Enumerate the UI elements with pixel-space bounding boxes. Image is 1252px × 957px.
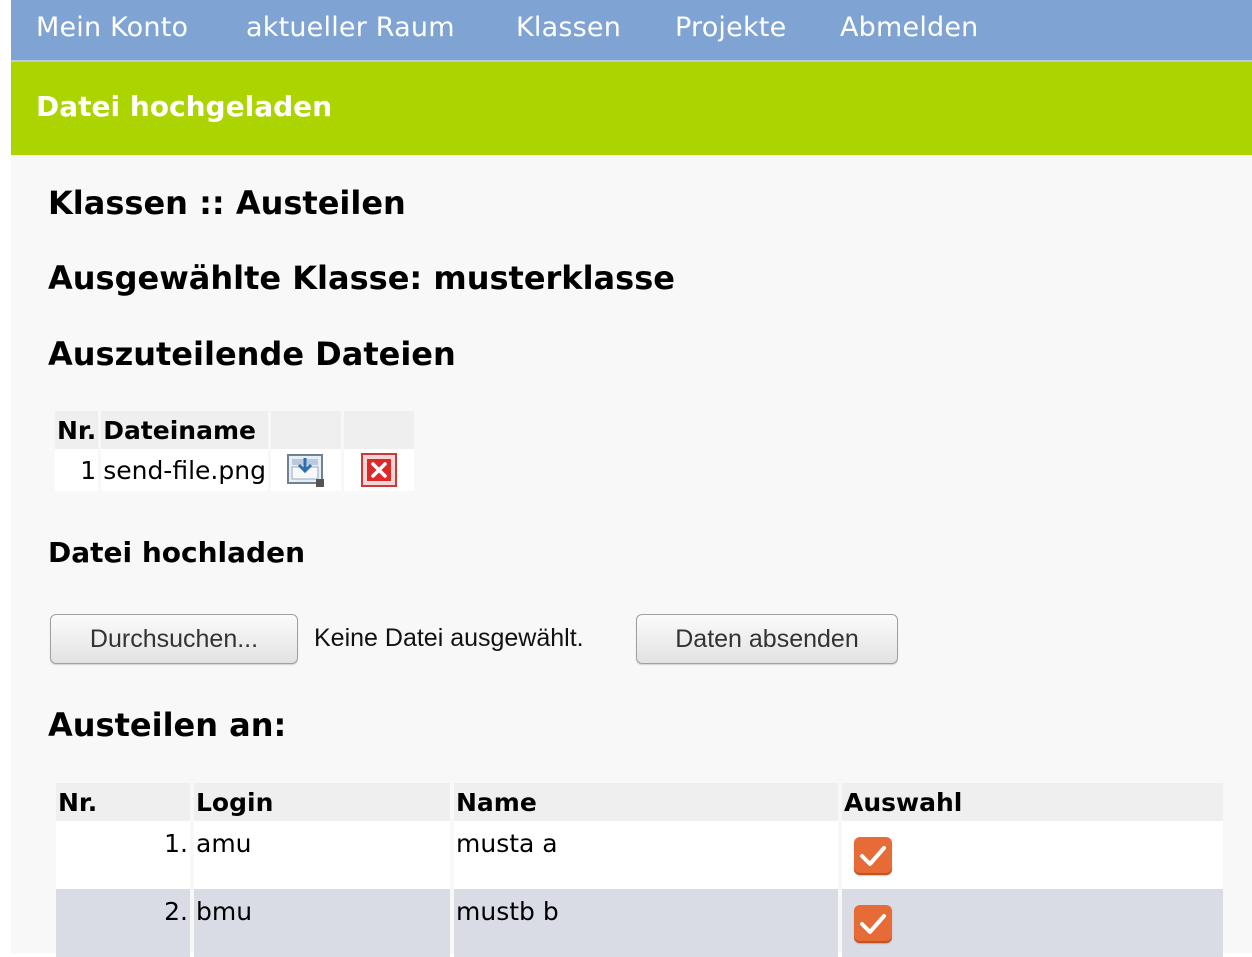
student-login: bmu: [194, 889, 450, 957]
file-nr: 1: [55, 449, 99, 491]
student-nr: 2.: [56, 889, 190, 957]
column-header-delete: [343, 411, 414, 449]
files-table: Nr. Dateiname 1 send-file.png: [52, 411, 417, 491]
select-checkbox[interactable]: [854, 905, 892, 943]
nav-classes[interactable]: Klassen: [516, 12, 621, 43]
student-selection-cell: [842, 821, 1223, 889]
column-header-download: [270, 411, 341, 449]
student-name: musta a: [454, 821, 838, 889]
nav-my-account[interactable]: Mein Konto: [36, 12, 188, 43]
students-table-header: Nr. Login Name Auswahl: [56, 783, 1223, 821]
selected-class-heading: Ausgewählte Klasse: musterklasse: [48, 259, 675, 297]
status-message-bar: Datei hochgeladen: [11, 62, 1252, 155]
file-name: send-file.png: [101, 449, 268, 491]
table-row: 2. bmu mustb b: [56, 889, 1223, 957]
checkmark-icon: [860, 914, 886, 934]
student-login: amu: [194, 821, 450, 889]
download-button[interactable]: [270, 449, 341, 491]
download-file-icon[interactable]: [286, 453, 326, 487]
nav-projects[interactable]: Projekte: [675, 12, 786, 43]
delete-x-icon[interactable]: [360, 453, 397, 487]
column-header-nr: Nr.: [55, 411, 99, 449]
submit-button[interactable]: Daten absenden: [636, 614, 898, 664]
student-selection-cell: [842, 889, 1223, 957]
table-row: 1 send-file.png: [55, 449, 414, 491]
status-message: Datei hochgeladen: [36, 90, 333, 123]
students-table: Nr. Login Name Auswahl 1. amu musta a 2.…: [52, 783, 1227, 957]
checkmark-icon: [860, 846, 886, 866]
delete-button[interactable]: [343, 449, 414, 491]
column-header-login: Login: [194, 783, 450, 821]
page-title: Klassen :: Austeilen: [48, 184, 406, 222]
table-row: 1. amu musta a: [56, 821, 1223, 889]
student-nr: 1.: [56, 821, 190, 889]
top-navigation: Mein Konto aktueller Raum Klassen Projek…: [11, 0, 1252, 62]
nav-current-room[interactable]: aktueller Raum: [246, 12, 455, 43]
browse-button[interactable]: Durchsuchen...: [50, 614, 298, 664]
column-header-filename: Dateiname: [101, 411, 268, 449]
column-header-name: Name: [454, 783, 838, 821]
nav-logout[interactable]: Abmelden: [840, 12, 979, 43]
column-header-nr: Nr.: [56, 783, 190, 821]
no-file-selected-text: Keine Datei ausgewählt.: [314, 624, 584, 652]
distribute-section-heading: Austeilen an:: [48, 706, 287, 744]
select-checkbox[interactable]: [854, 837, 892, 875]
upload-section-heading: Datei hochladen: [48, 536, 306, 569]
column-header-selection: Auswahl: [842, 783, 1223, 821]
files-table-header: Nr. Dateiname: [55, 411, 414, 449]
student-name: mustb b: [454, 889, 838, 957]
files-section-heading: Auszuteilende Dateien: [48, 335, 456, 373]
